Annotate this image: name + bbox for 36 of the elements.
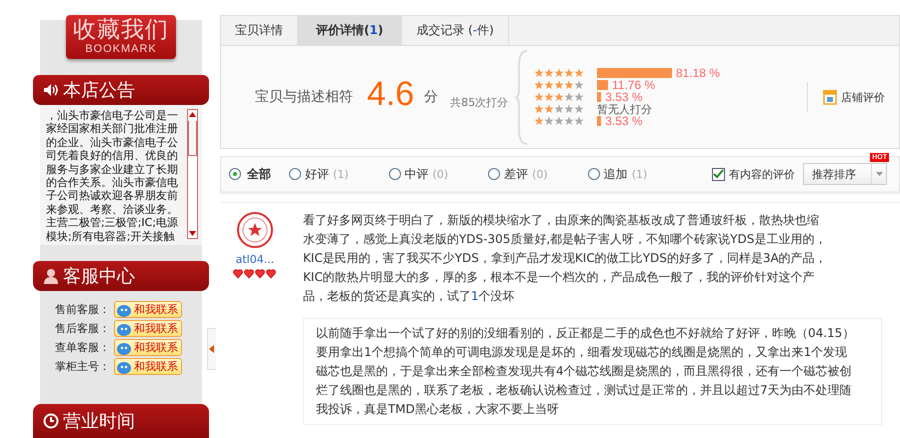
contact-button[interactable]: 和我联系 — [114, 358, 182, 375]
filter-option[interactable]: 好评 (1) — [288, 166, 349, 182]
contact-label: 掌柜主号： — [55, 359, 111, 374]
contact-label: 查单客服： — [55, 340, 111, 355]
sort-dropdown[interactable]: 推荐排序 — [803, 163, 887, 185]
filter-option[interactable]: 追加 (1) — [588, 166, 648, 182]
rating-note: 暂无人打分 — [597, 102, 652, 116]
notice-text: ，汕头市豪信电子公司是一家经国家相关部门批准注册的企业。汕头市豪信电子公司凭着良好的信用、优良的服务与多家企业建立了长期的合作关系。汕头市豪信电子公司热诚欢迎各界朋友前来参观、考察、洽谈业务。主营二极管;三极管;IC;电源模块;所有电容器;开关接触 — [46, 109, 180, 245]
rating-percent: 81.18 % — [676, 66, 720, 80]
filter-option[interactable]: 差评 (0) — [488, 166, 548, 182]
bookmark-banner[interactable]: 收藏我们 BOOKMARK — [66, 15, 176, 59]
section-title: 客服中心 — [63, 265, 135, 288]
rating-count: 共85次打分 — [450, 94, 508, 110]
rating-percent: 11.76 % — [612, 78, 656, 92]
section-title: 营业时间 — [63, 410, 135, 433]
rating-percent: 3.53 % — [605, 114, 643, 128]
tab[interactable]: 评价详情(1) — [298, 16, 402, 45]
user-name[interactable]: atl04... — [236, 253, 274, 266]
shop-rating-link[interactable]: 店铺评价 — [807, 82, 885, 112]
contact-button[interactable]: 和我联系 — [114, 320, 182, 337]
bookmark-title: 收藏我们 — [72, 17, 170, 43]
rating-percent: 3.53 % — [605, 90, 643, 104]
filter-option[interactable]: 全部 — [228, 166, 271, 182]
contact-button[interactable]: 和我联系 — [114, 339, 182, 356]
rating-score: 4.6 — [366, 74, 414, 114]
section-title: 本店公告 — [63, 79, 135, 102]
review-text: 看了好多网页终于明白了，新版的模块缩水了，由原来的陶瓷基板改成了普通玻纤板，散热块也缩水变薄了，感觉上真没老版的YDS-305质量好,都是帖子害人呀，不知哪个砖家说YDS是工业用的，KIC是民用的，害了我买不少YDS，拿到产品才发现KIC的做工比YDS的好多了，同样是3A的产品，KIC的散热片明显大的多，厚的多，根本不是一个档次的，产品成色一般了，我的评价针对这个产品，老板的货还是真实的，试了 1个没坏 — [302, 212, 828, 305]
bookmark-subtitle: BOOKMARK — [84, 43, 158, 56]
rating-label: 宝贝与描述相符 — [254, 88, 353, 106]
content-filter[interactable]: 有内容的评价 — [712, 166, 795, 182]
followup-text: 以前随手拿出一个试了好的别的没细看别的，反正都是二手的成色也不好就给了好评，昨晚（04.15）要用拿出1个想搞个简单的可调电源发现是是坏的，细看发现磁芯的线圈是烧黑的，又拿出来1个发现磁芯也是黑的，于是拿出来全部检查发现共有4个磁芯线圈是烧黑的，而且黑得很，还有一个磁芯被创烂了线圈也是黑的，联系了老板，老板确认说检查过，测试过是正常的，并且以超过7天为由不处理随我投诉，真是TMD黑心老板，大家不要上当呀 — [316, 325, 856, 418]
contact-button[interactable]: 和我联系 — [114, 301, 182, 318]
contact-label: 售后客服： — [55, 321, 111, 336]
contact-label: 售前客服： — [55, 302, 111, 317]
rating-unit: 分 — [424, 88, 438, 106]
filter-option[interactable]: 中评 (0) — [388, 166, 448, 182]
